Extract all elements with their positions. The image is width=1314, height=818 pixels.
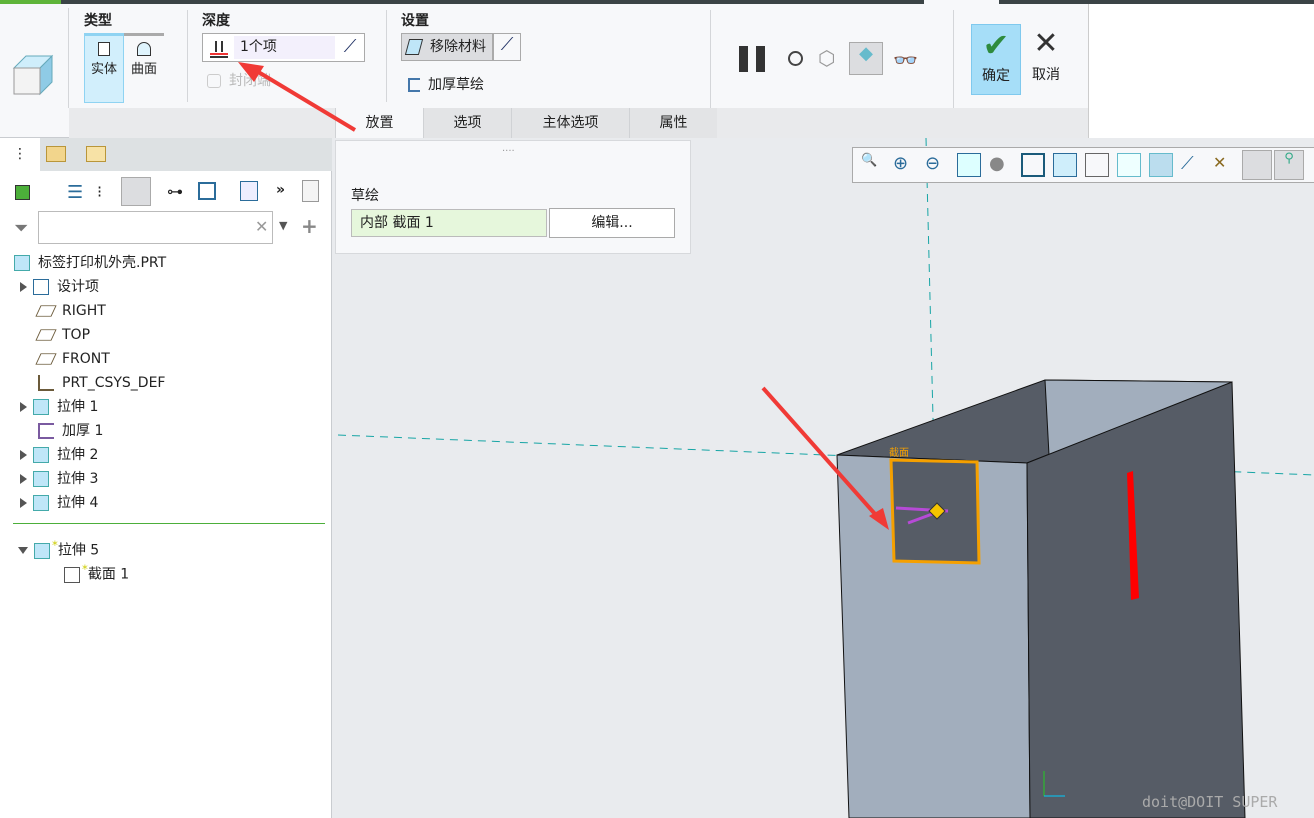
zoom-in-icon[interactable]: ⊕ <box>893 153 917 177</box>
active-model-icon[interactable] <box>15 185 30 200</box>
flip-direction-icon[interactable]: ⟋ <box>337 36 363 59</box>
view-manager-icon[interactable] <box>1085 153 1109 177</box>
tree-item-part[interactable]: 标签打印机外壳.PRT <box>14 252 166 274</box>
tree-item-right-plane[interactable]: RIGHT <box>35 300 106 322</box>
clear-search-icon[interactable]: ✕ <box>255 217 268 236</box>
depth-references-field[interactable]: 1个项 <box>234 36 335 59</box>
depth-type-dropdown[interactable] <box>205 37 231 59</box>
surface-button[interactable]: 曲面 <box>124 33 164 103</box>
section-view-icon[interactable] <box>1117 153 1141 177</box>
watermark: doit@DOIT SUPER <box>1142 793 1278 811</box>
tree-item-design-items[interactable]: 设计项 <box>20 276 99 298</box>
solid-button[interactable]: 实体 <box>84 33 124 103</box>
model-tree-tab-icon[interactable]: ⋮ <box>0 138 40 171</box>
glasses-icon[interactable]: 👓 <box>893 48 918 72</box>
filter-icon: ⏷ <box>14 218 29 239</box>
document-icon[interactable] <box>302 180 319 202</box>
show-columns-icon[interactable] <box>121 177 151 206</box>
tree-filter-icon[interactable]: ⊶ <box>167 182 183 201</box>
tree-item-extrude-1[interactable]: 拉伸 1 <box>20 396 98 418</box>
placement-panel: .... 草绘 内部 截面 1 编辑... <box>335 140 691 254</box>
cancel-button[interactable]: ✕ 取消 <box>1025 24 1067 95</box>
tab-body-options[interactable]: 主体选项 <box>511 108 629 138</box>
datum-display-icon[interactable]: ⟋ <box>1181 153 1205 177</box>
tree-search-input[interactable] <box>38 211 273 244</box>
collapse-all-icon[interactable]: ⁝ <box>97 182 102 201</box>
sketch-icon <box>64 566 80 583</box>
folder-browser-tab-icon[interactable] <box>46 146 66 162</box>
zoom-out-icon[interactable]: ⊖ <box>925 153 949 177</box>
tree-item-front-plane[interactable]: FRONT <box>35 348 110 370</box>
refit-icon[interactable]: 🔍 <box>861 153 885 177</box>
type-label: 类型 <box>84 13 112 29</box>
solid-label: 实体 <box>90 62 117 77</box>
saved-views-icon[interactable] <box>1053 153 1077 177</box>
perspective-icon[interactable] <box>1149 153 1173 177</box>
tree-item-extrude-5[interactable]: *拉伸 5 <box>18 534 99 559</box>
checkmark-icon: ✔ <box>982 26 1010 64</box>
no-preview-icon[interactable] <box>788 51 803 66</box>
repaint-icon[interactable] <box>957 153 981 177</box>
view-toolbar: 🔍 ⊕ ⊖ ● ⟋ ✕ ⚲ <box>852 147 1314 183</box>
sketch-label: 草绘 <box>351 188 379 204</box>
tree-item-thicken-1[interactable]: 加厚 1 <box>38 420 103 442</box>
pause-icon[interactable] <box>739 46 748 72</box>
sketch-collector[interactable]: 内部 截面 1 <box>351 209 547 237</box>
add-filter-icon[interactable]: + <box>301 214 318 238</box>
display-style-icon[interactable] <box>1021 153 1045 177</box>
tree-item-extrude-4[interactable]: 拉伸 4 <box>20 492 98 514</box>
thicken-sketch-checkbox[interactable]: 加厚草绘 <box>408 74 484 94</box>
annotation-arrow-top <box>238 62 357 132</box>
depth-control: 1个项 ⟋ <box>202 33 365 62</box>
tree-item-csys[interactable]: PRT_CSYS_DEF <box>38 372 165 394</box>
feature-preview-icon[interactable]: ◆ <box>849 42 883 75</box>
edit-sketch-button[interactable]: 编辑... <box>549 208 675 238</box>
settings-list-icon[interactable] <box>240 181 258 201</box>
tree-item-section-1[interactable]: *截面 1 <box>64 558 129 583</box>
expand-all-icon[interactable]: ☰ <box>67 182 83 203</box>
favorites-tab-icon[interactable] <box>86 146 106 162</box>
close-icon: ✕ <box>1033 26 1059 61</box>
depth-label: 深度 <box>202 13 230 29</box>
ok-button[interactable]: ✔ 确定 <box>971 24 1021 95</box>
more-icon[interactable]: » <box>276 182 285 198</box>
tree-item-top-plane[interactable]: TOP <box>35 324 90 346</box>
verify-mode-icon[interactable]: ⬡ <box>818 46 835 70</box>
tab-options[interactable]: 选项 <box>423 108 511 138</box>
appearance-icon[interactable]: ● <box>989 153 1013 177</box>
tree-item-extrude-3[interactable]: 拉伸 3 <box>20 468 98 490</box>
settings-label: 设置 <box>401 13 429 29</box>
model-tree-panel: ⋮ ☰ ⁝ ⊶ » ⏷ ✕ ▼ + 标签打印机外壳.PRT 设计项 RIGHT … <box>0 138 332 818</box>
tree-item-extrude-2[interactable]: 拉伸 2 <box>20 444 98 466</box>
remove-material-toggle[interactable]: 移除材料 <box>401 33 493 61</box>
search-dropdown-icon[interactable]: ▼ <box>279 219 287 232</box>
annotation-display-icon[interactable] <box>1242 150 1272 180</box>
spin-center-icon[interactable]: ⚲ <box>1274 150 1304 180</box>
datum-points-icon[interactable]: ✕ <box>1213 153 1237 177</box>
flip-material-side-icon[interactable]: ⟋ <box>493 33 521 61</box>
tab-properties[interactable]: 属性 <box>629 108 717 138</box>
extrude-feature-icon <box>12 54 54 96</box>
tree-columns-icon[interactable] <box>198 182 216 200</box>
section-tag: 截面 <box>889 446 909 459</box>
insert-here-marker[interactable] <box>13 523 325 524</box>
surface-label: 曲面 <box>130 62 157 77</box>
